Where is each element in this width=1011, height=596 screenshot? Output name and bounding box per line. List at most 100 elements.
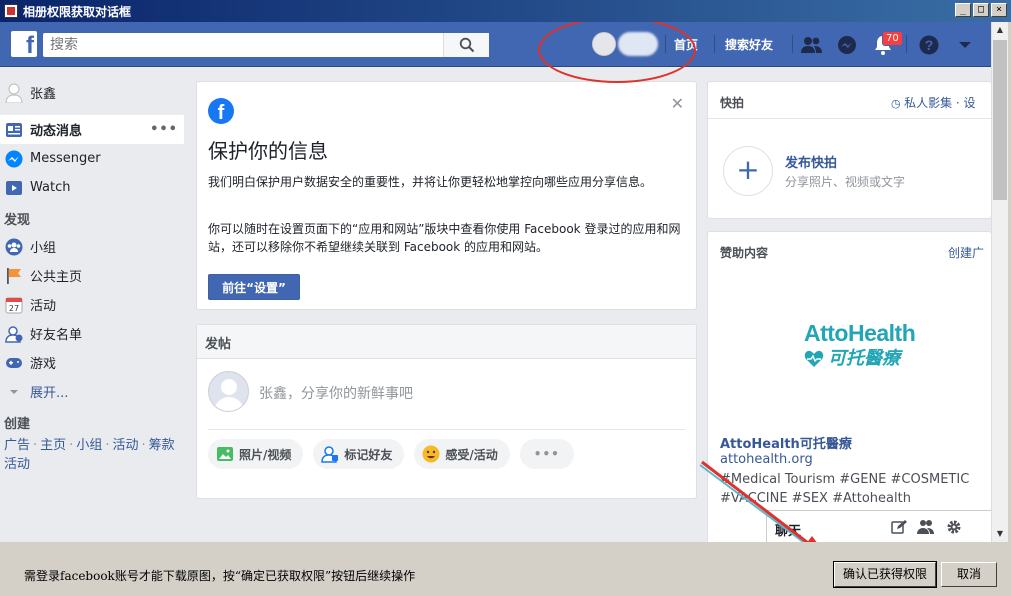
- privacy-notice-card: f ✕ 保护你的信息 我们明白保护用户数据安全的重要性，并将让你更轻松地掌控向哪…: [196, 81, 697, 310]
- search-icon: [459, 37, 474, 53]
- window-title: 相册权限获取对话框: [23, 4, 132, 19]
- sidebar-item-groups[interactable]: 小组: [0, 232, 190, 261]
- sidebar-section-create: 创建: [4, 417, 31, 432]
- sidebar-item-label: Messenger: [30, 151, 101, 166]
- more-options-icon[interactable]: •••: [150, 122, 178, 137]
- scroll-up-arrow-icon[interactable]: ▲: [992, 22, 1008, 38]
- ad-tags: #Medical Tourism #GENE #COSMETIC #VACCIN…: [720, 472, 970, 506]
- groups-icon: [4, 237, 24, 257]
- create-link-group[interactable]: 小组: [76, 438, 102, 453]
- archive-clock-icon: ◷: [891, 97, 905, 110]
- logo-line-1: AttoHealth: [804, 320, 916, 346]
- sponsored-card: 赞助内容 创建广 AttoHealth 可托醫療 AttoHealth可托醫療 …: [707, 231, 991, 542]
- maximize-button[interactable]: □: [973, 3, 989, 17]
- attohealth-logo[interactable]: AttoHealth 可托醫療: [804, 320, 916, 370]
- sidebar-item-label: 游戏: [30, 357, 57, 372]
- sponsored-header: 赞助内容: [720, 246, 769, 260]
- privacy-paragraph-1: 我们明白保护用户数据安全的重要性，并将让你更轻松地掌控向哪些应用分享信息。: [208, 175, 653, 189]
- sidebar-item-label: 动态消息: [30, 124, 83, 139]
- friends-list-icon: [4, 324, 24, 344]
- ad-url-link[interactable]: attohealth.org: [720, 452, 813, 467]
- sidebar-item-label: 公共主页: [30, 270, 83, 285]
- chat-tab[interactable]: 聊天: [766, 510, 991, 542]
- sidebar-item-label: 小组: [30, 241, 57, 256]
- app-icon: [4, 4, 18, 18]
- watch-play-icon: [4, 178, 24, 198]
- photo-icon: [216, 445, 234, 463]
- search-button[interactable]: [443, 33, 489, 57]
- create-group-icon[interactable]: [917, 518, 935, 536]
- sidebar-item-watch[interactable]: Watch: [0, 173, 190, 202]
- confirm-permission-button[interactable]: 确认已获得权限: [833, 561, 937, 588]
- vertical-scrollbar[interactable]: ▲ ▼: [991, 22, 1008, 542]
- sidebar-item-games[interactable]: 游戏: [0, 348, 190, 377]
- logo-line-2: 可托醫療: [828, 348, 900, 369]
- messenger-icon[interactable]: [836, 34, 858, 56]
- tag-friends-button[interactable]: 标记好友: [313, 439, 405, 469]
- new-message-edit-icon[interactable]: [890, 518, 908, 536]
- chat-title: 聊天: [775, 524, 802, 539]
- nav-divider: [714, 35, 715, 53]
- more-options-icon[interactable]: •••: [519, 439, 574, 469]
- scroll-down-arrow-icon[interactable]: ▼: [992, 526, 1008, 542]
- cancel-button[interactable]: 取消: [941, 562, 997, 587]
- divider: [208, 429, 685, 430]
- ad-name-link[interactable]: AttoHealth可托醫療: [720, 433, 852, 452]
- create-story-subtitle: 分享照片、视频或文字: [785, 175, 906, 189]
- composer-header: 发帖: [197, 325, 696, 359]
- sidebar-item-friend-lists[interactable]: 好友名单: [0, 319, 190, 348]
- post-composer: 发帖 张鑫，分享你的新鲜事吧 照片/视频 标记好友 感受/活动 •••: [196, 324, 697, 499]
- nav-find-friends-link[interactable]: 搜索好友: [725, 36, 773, 53]
- heart-pulse-icon: [804, 350, 824, 367]
- feeling-activity-button[interactable]: 感受/活动: [414, 439, 510, 469]
- game-controller-icon: [4, 353, 24, 373]
- tag-friends-icon: [321, 445, 339, 463]
- feeling-activity-label: 感受/活动: [445, 447, 498, 462]
- add-story-plus-icon[interactable]: +: [723, 146, 773, 196]
- photo-video-label: 照片/视频: [239, 447, 292, 462]
- sidebar-item-news-feed[interactable]: 动态消息 •••: [0, 115, 184, 144]
- sidebar-item-label: Watch: [30, 180, 71, 195]
- stories-archive-link[interactable]: ◷ 私人影集 · 设: [891, 94, 976, 111]
- search-input[interactable]: [43, 33, 443, 57]
- notification-count-badge: 70: [882, 31, 903, 46]
- annotation-ellipse: [538, 22, 696, 83]
- svg-text:27: 27: [9, 304, 19, 313]
- dialog-footer: 需登录facebook账号才能下载原图，按“确定已获取权限”按钮后继续操作 确认…: [0, 542, 1011, 596]
- close-icon[interactable]: ✕: [671, 94, 684, 113]
- create-link-event[interactable]: 活动: [112, 438, 138, 453]
- messenger-icon: [4, 149, 24, 169]
- sidebar-item-messenger[interactable]: Messenger: [0, 144, 190, 173]
- privacy-title: 保护你的信息: [208, 139, 328, 163]
- sidebar-section-discover: 发现: [4, 213, 31, 228]
- sidebar-item-events[interactable]: 27 活动: [0, 290, 190, 319]
- account-menu-chevron-down-icon[interactable]: [954, 34, 976, 56]
- flag-icon: [4, 266, 24, 286]
- sidebar-item-pages[interactable]: 公共主页: [0, 261, 190, 290]
- chat-settings-gear-icon[interactable]: [945, 518, 963, 536]
- create-link-page[interactable]: 主页: [40, 438, 66, 453]
- create-link-ads[interactable]: 广告: [4, 438, 30, 453]
- news-feed-icon: [4, 120, 24, 140]
- create-links: 广告 · 主页 · 小组 · 活动 · 筹款活动: [4, 438, 175, 472]
- nav-divider: [792, 35, 793, 53]
- sidebar-item-see-more[interactable]: 展开...: [0, 377, 190, 406]
- help-icon[interactable]: ?: [918, 34, 940, 56]
- minimize-button[interactable]: _: [955, 3, 971, 17]
- go-to-settings-button[interactable]: 前往“设置”: [208, 274, 300, 300]
- facebook-header: f 首页 搜索好友 70 ?: [0, 22, 991, 67]
- sidebar-item-profile[interactable]: 张鑫: [0, 78, 190, 107]
- dialog-message: 需登录facebook账号才能下载原图，按“确定已获取权限”按钮后继续操作: [24, 569, 416, 583]
- create-story-title[interactable]: 发布快拍: [785, 152, 837, 171]
- close-button[interactable]: ×: [991, 3, 1007, 17]
- sidebar-item-label: 展开...: [30, 386, 69, 401]
- window-titlebar: 相册权限获取对话框 _ □ ×: [0, 0, 1011, 22]
- nav-divider: [906, 35, 907, 53]
- scrollbar-thumb[interactable]: [993, 40, 1007, 200]
- create-ad-link[interactable]: 创建广: [948, 244, 984, 261]
- chevron-down-icon: [4, 382, 24, 402]
- facebook-logo-icon[interactable]: f: [11, 31, 37, 57]
- friend-requests-icon[interactable]: [801, 34, 823, 56]
- photo-video-button[interactable]: 照片/视频: [208, 439, 304, 469]
- composer-input[interactable]: 张鑫，分享你的新鲜事吧: [259, 383, 413, 403]
